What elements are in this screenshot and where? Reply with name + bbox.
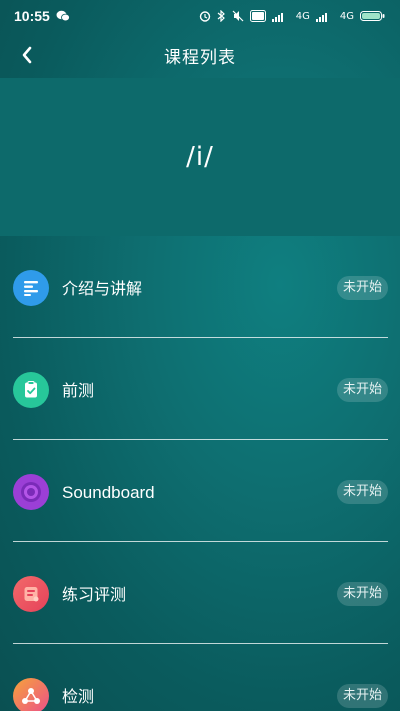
lesson-label: 检测 — [62, 687, 95, 706]
status-badge: 未开始 — [336, 582, 388, 606]
network-type-1: 4G — [295, 10, 310, 22]
signal-icon-2 — [315, 10, 334, 22]
lesson-item-intro[interactable]: 介绍与讲解 未开始 — [0, 236, 400, 338]
nav-bar: 课程列表 — [0, 32, 400, 78]
status-badge: 未开始 — [336, 684, 388, 708]
lesson-label: Soundboard — [62, 483, 155, 502]
back-button[interactable] — [12, 40, 42, 70]
wechat-icon — [56, 10, 70, 22]
lesson-label: 介绍与讲解 — [62, 279, 143, 298]
lesson-label: 练习评测 — [62, 585, 127, 604]
clipboard-check-icon — [13, 372, 49, 408]
status-time: 10:55 — [14, 8, 50, 24]
phoneme-title: /i/ — [186, 142, 214, 172]
disc-icon — [13, 474, 49, 510]
phoneme-banner: /i/ — [0, 78, 400, 236]
status-bar: 10:55 4G 4G — [0, 0, 400, 32]
status-badge: 未开始 — [336, 276, 388, 300]
chevron-left-icon — [22, 46, 32, 64]
lesson-item-pretest[interactable]: 前测 未开始 — [0, 338, 400, 440]
list-icon — [13, 270, 49, 306]
signal-icon-1 — [271, 10, 290, 22]
status-badge: 未开始 — [336, 480, 388, 504]
lesson-item-practice[interactable]: 练习评测 未开始 — [0, 542, 400, 644]
bluetooth-icon — [217, 10, 226, 22]
network-icon — [13, 678, 49, 711]
lesson-item-test[interactable]: 检测 未开始 — [0, 644, 400, 711]
network-type-2: 4G — [339, 10, 354, 22]
notebook-icon — [13, 576, 49, 612]
app-screen: 10:55 4G 4G 课程列表 /i/ 介绍与讲解 未开始 前测 未开始 So… — [0, 0, 400, 711]
alarm-icon — [199, 10, 211, 22]
lesson-item-soundboard[interactable]: Soundboard 未开始 — [0, 440, 400, 542]
battery-icon — [360, 10, 386, 22]
page-title: 课程列表 — [164, 47, 236, 68]
mute-icon — [232, 10, 244, 22]
lesson-label: 前测 — [62, 381, 95, 400]
hd-icon — [249, 10, 266, 22]
status-badge: 未开始 — [336, 378, 388, 402]
